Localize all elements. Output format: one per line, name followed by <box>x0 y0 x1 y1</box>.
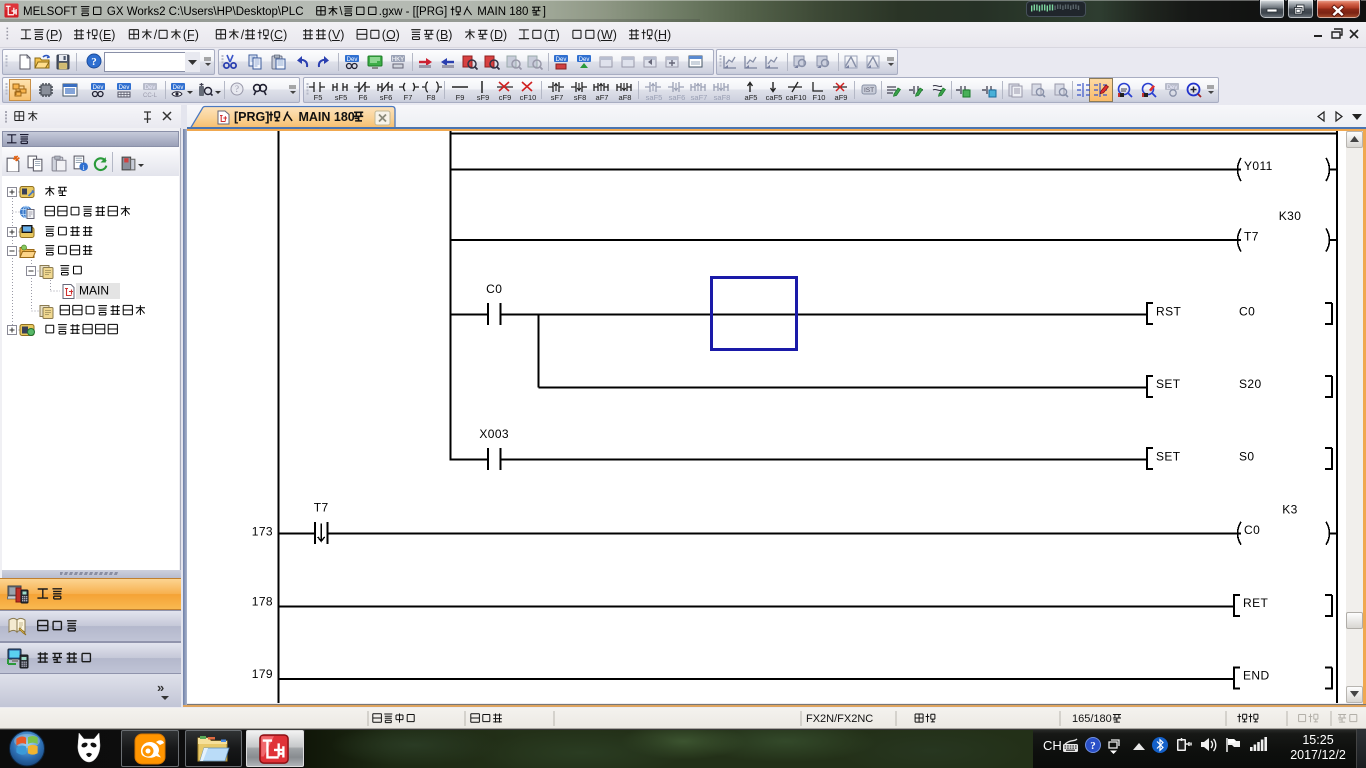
svg-text:(T): (T) <box>544 28 560 42</box>
svg-text:aF7: aF7 <box>596 93 609 101</box>
svg-text:165/180: 165/180 <box>1072 713 1112 725</box>
svg-text:T7: T7 <box>314 501 329 515</box>
svg-text:saF6: saF6 <box>668 93 685 101</box>
svg-text:173: 173 <box>252 525 273 539</box>
svg-text:(W): (W) <box>597 28 617 42</box>
svg-text:sF9: sF9 <box>476 93 489 101</box>
svg-text:C0: C0 <box>486 282 502 296</box>
svg-text:178: 178 <box>252 595 273 609</box>
svg-text:C0: C0 <box>1239 304 1255 318</box>
svg-text:»: » <box>157 680 164 695</box>
svg-text:K30: K30 <box>1279 209 1302 223</box>
svg-text:FX2N/FX2NC: FX2N/FX2NC <box>806 713 873 725</box>
svg-text:S20: S20 <box>1239 377 1262 391</box>
svg-text:?: ? <box>1090 740 1096 752</box>
svg-text:saF7: saF7 <box>691 93 708 101</box>
svg-text:X003: X003 <box>479 427 509 441</box>
svg-text:IST: IST <box>863 87 873 94</box>
svg-text:RET: RET <box>1243 596 1268 610</box>
svg-text:cF9: cF9 <box>499 93 512 101</box>
svg-text:179: 179 <box>252 667 273 681</box>
svg-text:cF10: cF10 <box>519 93 536 101</box>
svg-text:F8: F8 <box>426 93 435 101</box>
svg-text:Dev: Dev <box>556 57 567 63</box>
svg-text:S0: S0 <box>1239 449 1254 463</box>
svg-text:sF7: sF7 <box>551 93 564 101</box>
svg-text:K3: K3 <box>1282 503 1297 517</box>
svg-text:Dev: Dev <box>579 57 590 63</box>
svg-text:sF8: sF8 <box>573 93 586 101</box>
svg-text:saF8: saF8 <box>713 93 730 101</box>
svg-text:(B): (B) <box>436 28 453 42</box>
svg-text:saF5: saF5 <box>646 93 663 101</box>
svg-text:T7: T7 <box>1244 230 1259 244</box>
svg-text:(D): (D) <box>490 28 507 42</box>
svg-text:[PRG]: [PRG] <box>234 110 269 124</box>
svg-text:F9: F9 <box>456 93 465 101</box>
svg-text:(H): (H) <box>654 28 671 42</box>
svg-text:C0: C0 <box>1244 523 1260 537</box>
svg-text:aF9: aF9 <box>835 93 848 101</box>
svg-text:SET: SET <box>1156 377 1181 391</box>
svg-text:MAIN 180: MAIN 180 <box>295 110 355 124</box>
svg-text:caF5: caF5 <box>765 93 782 101</box>
svg-text:]: ] <box>543 6 546 18</box>
svg-text:F10: F10 <box>812 93 825 101</box>
svg-text:END: END <box>1243 669 1270 683</box>
svg-text:RST: RST <box>1156 304 1181 318</box>
svg-text:aF5: aF5 <box>745 93 758 101</box>
svg-text:CH: CH <box>1043 738 1062 753</box>
svg-text:Y011: Y011 <box>1244 159 1273 173</box>
svg-text:SET: SET <box>1156 449 1181 463</box>
svg-text:MAIN 180: MAIN 180 <box>474 6 528 18</box>
svg-text:caF10: caF10 <box>786 93 807 101</box>
svg-text:aF8: aF8 <box>618 93 631 101</box>
